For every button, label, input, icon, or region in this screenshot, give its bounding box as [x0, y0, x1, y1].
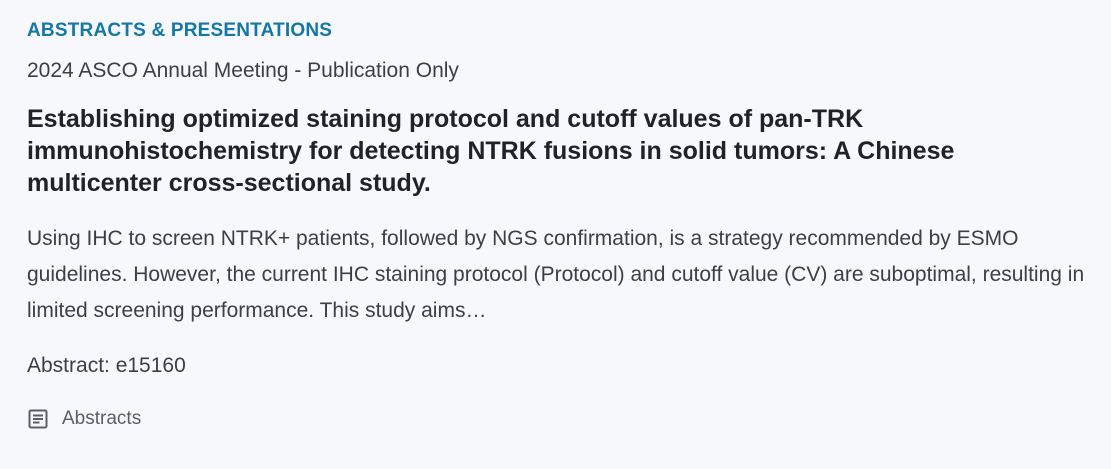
abstracts-tag-link[interactable]: Abstracts: [27, 407, 1084, 431]
abstract-summary: Using IHC to screen NTRK+ patients, foll…: [27, 227, 1085, 322]
abstract-title-link[interactable]: Establishing optimized staining protocol…: [27, 103, 1077, 199]
category-label: ABSTRACTS & PRESENTATIONS: [27, 20, 333, 41]
abstract-number: Abstract: e15160: [27, 354, 186, 377]
tag-label: Abstracts: [62, 408, 142, 429]
article-icon: [27, 408, 49, 430]
meeting-name: 2024 ASCO Annual Meeting - Publication O…: [27, 59, 459, 82]
abstract-card: ABSTRACTS & PRESENTATIONS 2024 ASCO Annu…: [0, 0, 1111, 469]
